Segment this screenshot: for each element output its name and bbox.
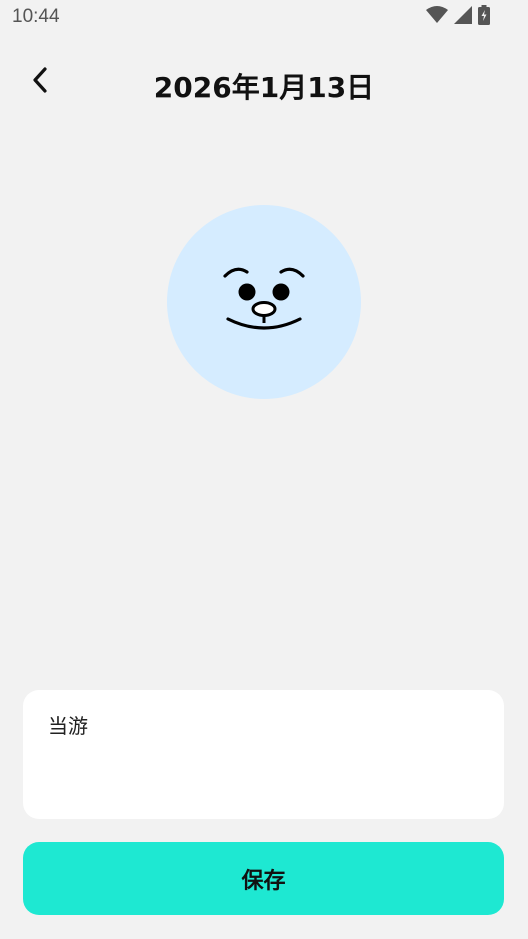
note-text: 当游: [48, 714, 88, 738]
header: 2026年1月13日: [0, 54, 528, 114]
signal-icon: [454, 6, 472, 28]
status-time: 10:44: [12, 6, 60, 27]
status-icons: [426, 5, 490, 29]
note-input[interactable]: 当游: [23, 690, 504, 819]
status-bar: 10:44: [0, 0, 528, 36]
mood-face[interactable]: [167, 205, 361, 399]
wifi-icon: [426, 6, 448, 28]
battery-icon: [478, 5, 490, 29]
smiling-bear-face-icon: [219, 265, 309, 339]
page-title: 2026年1月13日: [153, 71, 375, 104]
save-button[interactable]: 保存: [23, 842, 504, 915]
